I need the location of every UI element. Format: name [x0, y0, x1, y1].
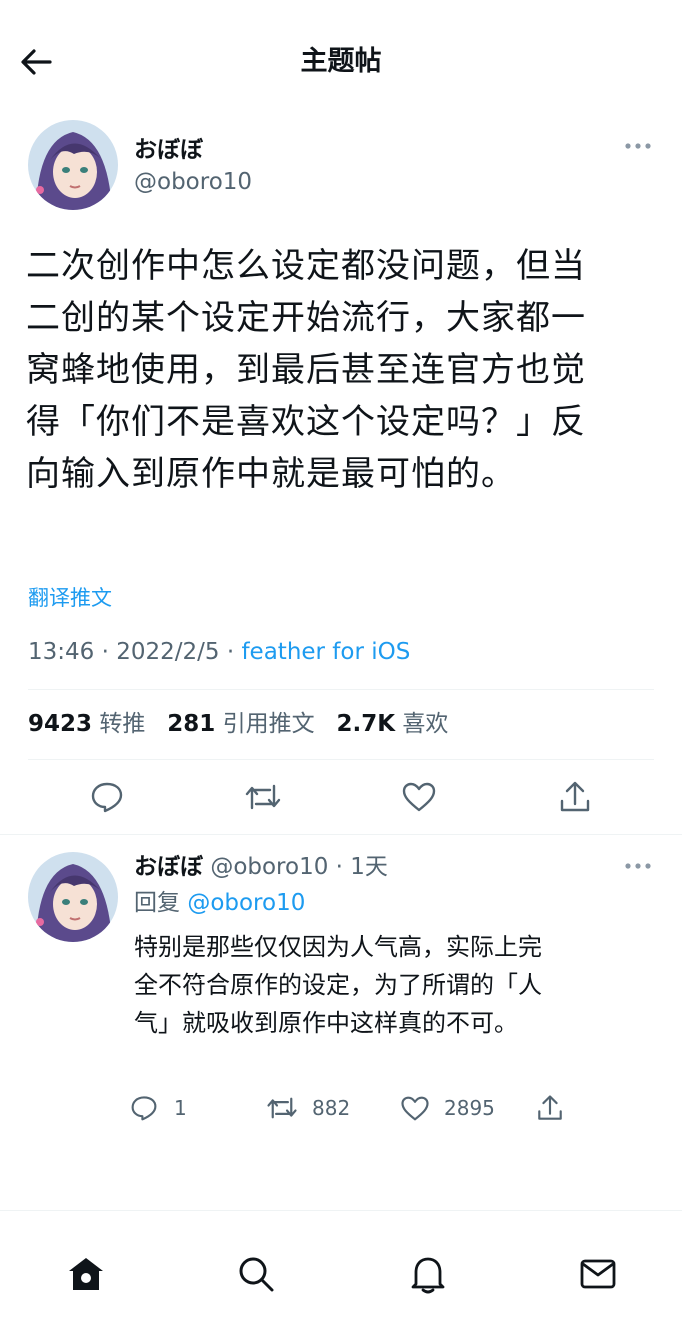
tweet-line: 得「你们不是喜欢这个设定吗？」反 [26, 402, 586, 442]
tweet-text: 二次创作中怎么设定都没问题，但当 二创的某个设定开始流行，大家都一 窝蜂地使用，… [26, 240, 666, 500]
messages-icon [580, 1259, 616, 1289]
share-button[interactable] [536, 1090, 564, 1126]
reply-button[interactable]: 1 [130, 1090, 187, 1126]
timestamp-text: 13:46 · 2022/2/5 · [28, 639, 242, 665]
separator-dot: · [328, 854, 351, 880]
like-count: 2895 [444, 1096, 495, 1120]
avatar[interactable] [28, 120, 118, 210]
reply-line: 全不符合原作的设定，为了所谓的「人 [134, 971, 542, 999]
replying-to-handle[interactable]: @oboro10 [187, 890, 305, 916]
nav-search-button[interactable] [230, 1250, 282, 1298]
reply-text: 特别是那些仅仅因为人气高，实际上完 全不符合原作的设定，为了所谓的「人 气」就吸… [134, 928, 654, 1042]
nav-messages-button[interactable] [572, 1250, 624, 1298]
tweet-line: 二次创作中怎么设定都没问题，但当 [26, 246, 586, 286]
retweet-icon [267, 1097, 297, 1119]
reply-time: 1天 [350, 854, 388, 880]
notifications-icon [411, 1257, 445, 1294]
more-icon [625, 143, 651, 149]
reply-line: 特别是那些仅仅因为人气高，实际上完 [134, 933, 542, 961]
home-icon [69, 1258, 103, 1290]
reply-button[interactable] [82, 774, 132, 820]
replying-to-label: 回复 [134, 890, 180, 916]
nav-home-button[interactable] [60, 1250, 112, 1298]
more-icon [625, 863, 651, 869]
reply-author-name[interactable]: おぼぼ [134, 854, 203, 880]
share-icon [560, 781, 590, 812]
retweet-count[interactable]: 9423 转推 [28, 711, 145, 737]
divider [0, 834, 682, 835]
reply-author-handle[interactable]: @oboro10 [210, 854, 328, 880]
retweet-button[interactable] [238, 774, 288, 820]
like-button[interactable]: 2895 [400, 1090, 495, 1126]
tweet-timestamp: 13:46 · 2022/2/5 · feather for iOS [28, 635, 410, 669]
tweet-stats: 9423 转推 281 引用推文 2.7K 喜欢 [28, 707, 448, 741]
reply-icon [91, 782, 123, 813]
reply-header: おぼぼ @oboro10 · 1天 [134, 850, 388, 884]
more-options-button[interactable] [624, 140, 652, 152]
reply-line: 气」就吸收到原作中这样真的不可。 [134, 1009, 518, 1037]
more-options-button[interactable] [624, 860, 652, 872]
avatar[interactable] [28, 852, 118, 942]
author-handle[interactable]: @oboro10 [134, 166, 252, 198]
share-icon [538, 1095, 562, 1120]
tweet-line: 窝蜂地使用，到最后甚至连官方也觉 [26, 350, 586, 390]
like-button[interactable] [394, 774, 444, 820]
heart-icon [402, 782, 436, 812]
quote-count[interactable]: 281 引用推文 [167, 711, 314, 737]
reply-icon [131, 1096, 157, 1121]
source-link[interactable]: feather for iOS [241, 639, 410, 665]
reply-count: 1 [174, 1096, 187, 1120]
like-count[interactable]: 2.7K 喜欢 [337, 711, 449, 737]
tweet-line: 向输入到原作中就是最可怕的。 [26, 454, 516, 494]
replying-to: 回复 @oboro10 [134, 886, 305, 920]
retweet-button[interactable]: 882 [266, 1090, 350, 1126]
search-icon [239, 1257, 274, 1292]
heart-icon [401, 1096, 429, 1120]
page-title: 主题帖 [300, 46, 382, 77]
retweet-icon [245, 784, 281, 810]
divider [28, 759, 654, 760]
retweet-count: 882 [312, 1096, 351, 1120]
author-name[interactable]: おぼぼ [134, 134, 203, 166]
translate-tweet-link[interactable]: 翻译推文 [28, 583, 112, 613]
nav-notifications-button[interactable] [402, 1250, 454, 1298]
divider [28, 689, 654, 690]
tweet-line: 二创的某个设定开始流行，大家都一 [26, 298, 586, 338]
share-button[interactable] [550, 774, 600, 820]
